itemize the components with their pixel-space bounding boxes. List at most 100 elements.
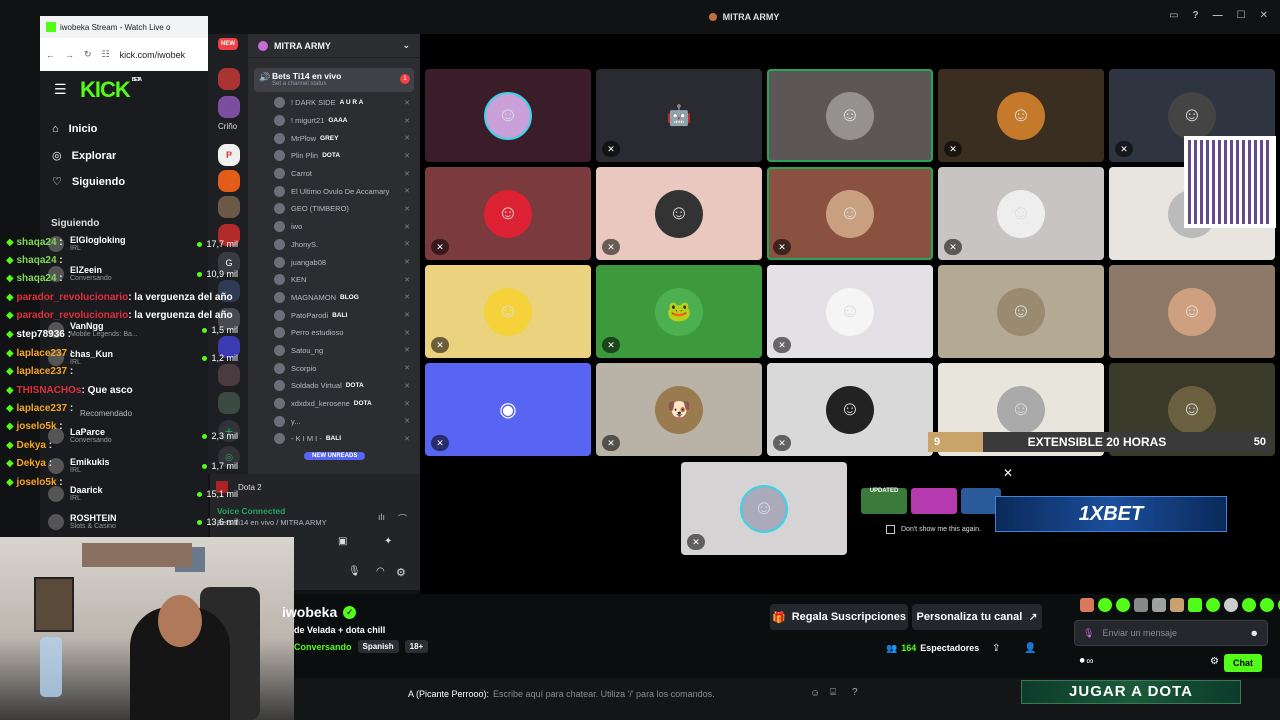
voice-user[interactable]: JhonyS. ✕	[248, 236, 420, 254]
maximize-icon[interactable]: ☐	[1237, 10, 1246, 21]
emote-icon[interactable]	[1098, 598, 1112, 612]
voice-user[interactable]: PatoParodi BALI ✕	[248, 306, 420, 324]
add-user-icon[interactable]: 👤	[1024, 643, 1036, 654]
server-item[interactable]	[218, 96, 240, 118]
voice-user[interactable]: Perro estudioso ✕	[248, 324, 420, 342]
help-icon[interactable]: ?	[1193, 10, 1199, 21]
kick-logo[interactable]: KICK BETA	[80, 77, 142, 103]
voice-user[interactable]: Soldado Virtual DOTA ✕	[248, 377, 420, 395]
mic-icon[interactable]: 🎙	[1083, 628, 1094, 639]
chat-username[interactable]: step78936	[16, 329, 64, 340]
emote-icon[interactable]	[1080, 598, 1094, 612]
checkbox[interactable]	[886, 525, 895, 534]
nav-explorar[interactable]: ◎ Explorar	[52, 149, 116, 163]
voice-user[interactable]: juangab08 ✕	[248, 253, 420, 271]
server-item[interactable]: P	[218, 144, 240, 166]
emote-icon[interactable]	[1260, 598, 1274, 612]
participant-tile[interactable]: 🐶 ✕	[596, 363, 762, 456]
server-item[interactable]	[218, 196, 240, 218]
emote-icon[interactable]	[1152, 598, 1166, 612]
gift-subs-button[interactable]: 🎁 Regala Suscripciones	[770, 604, 908, 630]
share-icon[interactable]: ⇪	[992, 643, 1000, 654]
participant-tile[interactable]: ☺ ✕	[425, 265, 591, 358]
activity-icon[interactable]: ✦	[384, 536, 392, 547]
emote-icon[interactable]	[1116, 598, 1130, 612]
server-item[interactable]	[218, 68, 240, 90]
voice-user[interactable]: MrPlow GREY ✕	[248, 129, 420, 147]
channel-status[interactable]: Set a channel status	[272, 81, 414, 87]
age-tag[interactable]: 18+	[404, 640, 429, 653]
participant-tile[interactable]: ◉ ✕	[425, 363, 591, 456]
camera-icon[interactable]: ▣	[338, 536, 347, 547]
following-channel[interactable]: ROSHTEIN Slots & Casino 13,6 mil	[48, 512, 238, 532]
voice-user[interactable]: ! migurt21 GAAA ✕	[248, 112, 420, 130]
mic-icon[interactable]: 🎙	[348, 566, 361, 577]
chat-username[interactable]: parador_revolucionario	[16, 292, 128, 303]
inbox-icon[interactable]: ▭	[1169, 10, 1178, 21]
close-popup-icon[interactable]: ✕	[1003, 466, 1013, 480]
new-unreads-pill[interactable]: NEW UNREADS	[304, 452, 366, 460]
url-bar[interactable]: kick.com/iwobek	[120, 50, 186, 60]
points-icon[interactable]: ⚫∞	[1078, 656, 1094, 667]
participant-tile[interactable]: ☺ ✕	[938, 167, 1104, 260]
voice-user[interactable]: KEN ✕	[248, 271, 420, 289]
chat-username[interactable]: Dekya	[16, 458, 45, 469]
hamburger-icon[interactable]: ☰	[54, 81, 67, 98]
participant-tile[interactable]: ☺ ✕	[681, 462, 847, 555]
participant-tile[interactable]: ☺	[938, 265, 1104, 358]
voice-user[interactable]: ! DARK SIDE A U R A ✕	[248, 94, 420, 112]
chat-username[interactable]: shaqa24	[16, 237, 56, 248]
participant-tile[interactable]: ☺ ✕	[767, 265, 933, 358]
emote-icon[interactable]	[1206, 598, 1220, 612]
chat-send-button[interactable]: Chat	[1224, 654, 1262, 672]
minimize-icon[interactable]: —	[1213, 10, 1223, 21]
chat-username[interactable]: shaqa24	[16, 255, 56, 266]
voice-user[interactable]: Carrot ✕	[248, 165, 420, 183]
nav-siguiendo[interactable]: ♡ Siguiendo	[52, 175, 125, 189]
chat-username[interactable]: laplace237	[16, 348, 67, 359]
emote-icon[interactable]	[1188, 598, 1202, 612]
emote-icon[interactable]	[1224, 598, 1238, 612]
voice-user[interactable]: Plin Plin DOTA ✕	[248, 147, 420, 165]
participant-tile[interactable]: ☺ ✕	[938, 69, 1104, 162]
reload-icon[interactable]: ↻	[84, 49, 92, 60]
server-header[interactable]: MITRA ARMY ⌄	[248, 34, 420, 58]
chat-username[interactable]: THISNACHOs	[16, 385, 81, 396]
chat-message-input[interactable]: 🎙 Enviar un mensaje ☻	[1074, 620, 1268, 646]
disconnect-icon[interactable]: ⌒	[398, 512, 407, 525]
voice-user[interactable]: iwo ✕	[248, 218, 420, 236]
emote-icon[interactable]	[1170, 598, 1184, 612]
game-chat-input[interactable]: A (Picante Perrooo): Escribe aquí para c…	[408, 686, 828, 702]
participant-tile[interactable]: ☺	[767, 69, 933, 162]
dont-show-row[interactable]: Don't show me this again.	[886, 525, 981, 534]
voice-user[interactable]: - K I M I - BALI ✕	[248, 430, 420, 448]
chat-username[interactable]: laplace237	[16, 403, 67, 414]
forward-icon[interactable]: →	[65, 50, 74, 60]
voice-user[interactable]: GEO (TIMBERO) ✕	[248, 200, 420, 218]
chat-username[interactable]: parador_revolucionario	[16, 310, 128, 321]
chat-username[interactable]: laplace237	[16, 366, 67, 377]
chat-username[interactable]: Dekya	[16, 440, 45, 451]
participant-tile[interactable]: ☺ ✕	[425, 167, 591, 260]
voice-user[interactable]: El Ultimo Ovulo De Accamary ✕	[248, 182, 420, 200]
voice-user[interactable]: Satou_ng ✕	[248, 342, 420, 360]
help-icon[interactable]: ?	[852, 687, 858, 698]
headset-icon[interactable]: ◠	[376, 566, 385, 577]
voice-user[interactable]: Scorpio ✕	[248, 359, 420, 377]
participant-tile[interactable]: ☺ ✕	[596, 167, 762, 260]
close-icon[interactable]: ✕	[1260, 10, 1268, 21]
play-dota-banner[interactable]: JUGAR A DOTA	[1021, 680, 1241, 704]
promo-tile[interactable]	[911, 488, 957, 514]
browser-tab[interactable]: iwobeka Stream - Watch Live o	[40, 16, 208, 38]
emote-icon[interactable]	[1242, 598, 1256, 612]
participant-tile[interactable]: ☺	[1109, 265, 1275, 358]
category-link[interactable]: Conversando	[294, 642, 352, 652]
participant-tile[interactable]: 🤖 ✕	[596, 69, 762, 162]
voice-channel[interactable]: 🔊 Bets Ti14 en vivo Set a channel status…	[254, 68, 414, 92]
voice-user[interactable]: y... ✕	[248, 412, 420, 430]
emote-icon[interactable]	[1134, 598, 1148, 612]
participant-tile[interactable]: ☺	[425, 69, 591, 162]
language-tag[interactable]: Spanish	[357, 640, 399, 653]
emoji-icon[interactable]: ☻	[1250, 628, 1259, 638]
participant-tile[interactable]: 🐸 ✕	[596, 265, 762, 358]
